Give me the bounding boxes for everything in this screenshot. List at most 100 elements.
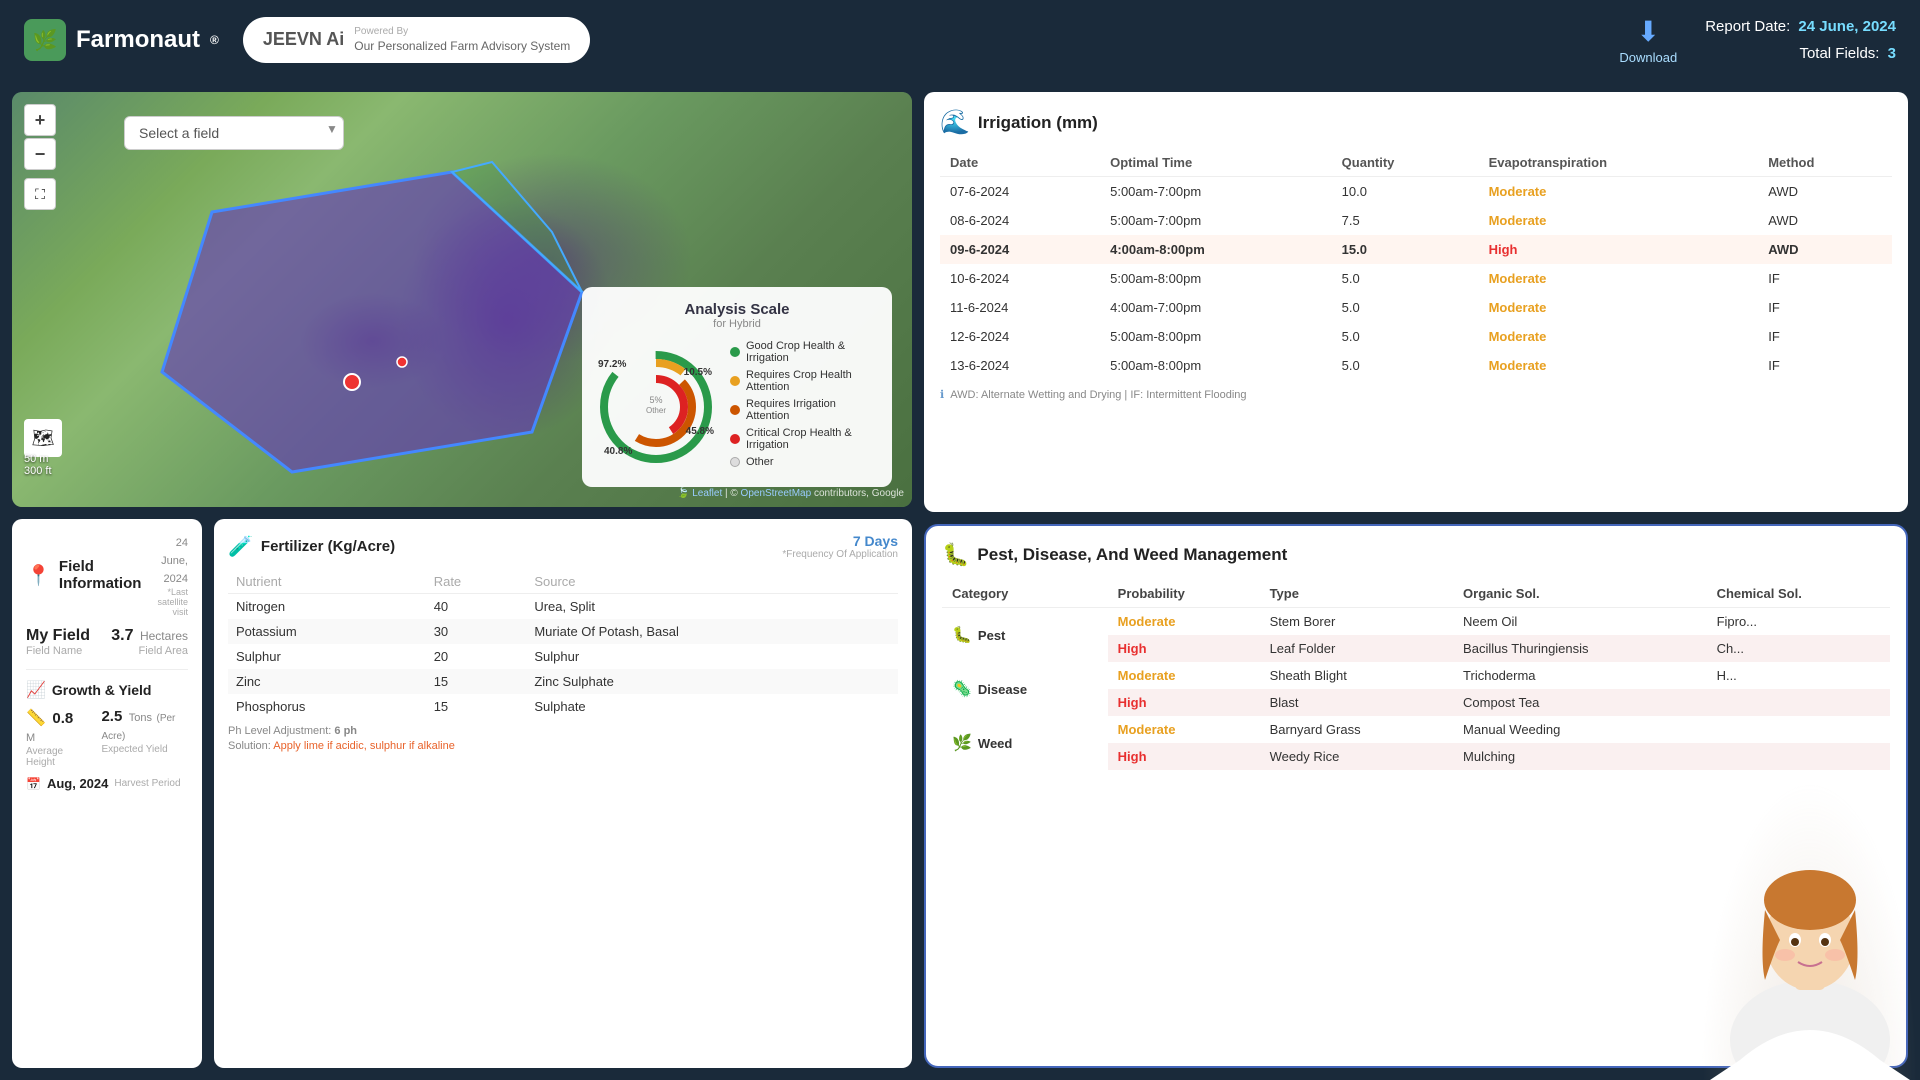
avg-height-unit: M [26,732,35,744]
advisory-text: Our Personalized Farm Advisory System [354,39,570,53]
fert-rate: 15 [426,694,527,719]
irr-col-method: Method [1758,149,1892,177]
fert-col-source: Source [526,570,898,594]
pest-chemical [1707,689,1890,716]
fertilizer-icon: 🧪 [228,534,253,559]
category-name: Disease [978,682,1027,697]
legend-dot-crop-health [730,376,740,386]
fert-table-row: Phosphorus 15 Sulphate [228,694,898,719]
pest-chemical [1707,716,1890,743]
irr-evap: Moderate [1479,293,1759,322]
fert-rate: 40 [426,594,527,620]
report-date-value: 24 June, 2024 [1798,18,1896,35]
irr-method: IF [1758,322,1892,351]
field-info-header: 📍 Field Information 24 June, 2024 *Last … [26,533,188,617]
pest-header: 🐛 Pest, Disease, And Weed Management [942,542,1890,568]
total-fields-value: 3 [1888,45,1896,62]
irr-date: 09-6-2024 [940,235,1100,264]
total-fields-label: Total Fields: [1799,45,1879,62]
app-header: 🌿 Farmonaut® JEEVN Ai Powered By Our Per… [0,0,1920,80]
irr-table-row: 12-6-2024 5:00am-8:00pm 5.0 Moderate IF [940,322,1892,351]
fert-source: Sulphur [526,644,898,669]
leaflet-link[interactable]: 🍃 Leaflet [677,488,722,499]
category-name: Weed [978,736,1012,751]
pest-chemical: H... [1707,662,1890,689]
irr-col-date: Date [940,149,1100,177]
report-info: Report Date: 24 June, 2024 Total Fields:… [1705,13,1896,67]
legend-label-irrigation: Requires Irrigation Attention [746,398,878,422]
growth-header: 📈 Growth & Yield [26,680,188,700]
irr-date: 07-6-2024 [940,177,1100,207]
pest-type: Weedy Rice [1260,743,1453,770]
freq-sublabel: *Frequency Of Application [782,549,898,560]
map-attribution: 🍃 Leaflet | © OpenStreetMap contributors… [677,488,904,499]
map-column: + − ⛶ Select a field ▼ 🗺 50 m 300 ft [12,92,912,1068]
analysis-scale-popup: Analysis Scale for Hybrid [582,287,892,487]
field-info-date: 24 June, 2024 [161,537,188,585]
pest-category-cell: 🐛 Pest [942,608,1108,663]
irr-date: 08-6-2024 [940,206,1100,235]
irr-time: 5:00am-8:00pm [1100,264,1332,293]
osm-link[interactable]: OpenStreetMap [741,488,812,499]
zoom-out-button[interactable]: − [24,138,56,170]
fert-source: Muriate Of Potash, Basal [526,619,898,644]
fert-nutrient: Zinc [228,669,426,694]
pest-type: Stem Borer [1260,608,1453,636]
analysis-scale-subtitle: for Hybrid [596,318,878,330]
map-container: + − ⛶ Select a field ▼ 🗺 50 m 300 ft [12,92,912,507]
irr-col-qty: Quantity [1332,149,1479,177]
pest-col-chemical: Chemical Sol. [1707,580,1890,608]
fertilizer-title: Fertilizer (Kg/Acre) [261,538,395,555]
pest-col-type: Type [1260,580,1453,608]
irr-qty: 10.0 [1332,177,1479,207]
pest-chemical: Ch... [1707,635,1890,662]
freq-label-area: 7 Days *Frequency Of Application [782,533,898,560]
expected-yield-val: 2.5 [101,708,122,725]
irr-table-row: 09-6-2024 4:00am-8:00pm 15.0 High AWD [940,235,1892,264]
fert-nutrient: Sulphur [228,644,426,669]
growth-icon: 📈 [26,680,46,700]
legend-label-good: Good Crop Health & Irrigation [746,340,878,364]
irr-time: 5:00am-8:00pm [1100,322,1332,351]
pest-table-row: 🦠 Disease Moderate Sheath Blight Trichod… [942,662,1890,689]
logo-text: Farmonaut [76,26,200,54]
solution-link[interactable]: Apply lime if acidic, sulphur if alkalin… [273,740,455,752]
avg-height-val-row: 📏 0.8 M [26,708,85,746]
legend-item-crop-health: Requires Crop Health Attention [730,369,878,393]
scale-300ft: 300 ft [24,465,52,477]
legend-label-critical: Critical Crop Health & Irrigation [746,427,878,451]
layers-button[interactable]: 🗺 [24,419,62,457]
hectares-unit: Hectares [140,629,188,643]
pest-organic: Trichoderma [1453,662,1707,689]
logo-area: 🌿 Farmonaut® [24,19,219,61]
irr-date: 11-6-2024 [940,293,1100,322]
irr-time: 4:00am-8:00pm [1100,235,1332,264]
legend-dot-other [730,457,740,467]
download-button[interactable]: ⬇ Download [1619,15,1677,65]
irr-col-evap: Evapotranspiration [1479,149,1759,177]
fert-solution: Solution: Apply lime if acidic, sulphur … [228,740,898,752]
irr-time: 5:00am-7:00pm [1100,206,1332,235]
irr-time: 5:00am-8:00pm [1100,351,1332,380]
pest-prob: High [1108,743,1260,770]
download-label: Download [1619,50,1677,65]
fert-col-nutrient: Nutrient [228,570,426,594]
fert-table-row: Sulphur 20 Sulphur [228,644,898,669]
svg-text:Other: Other [646,406,666,415]
field-select-dropdown[interactable]: Select a field [124,116,344,150]
field-area-label: Field Area [111,645,188,657]
irrigation-title: Irrigation (mm) [978,113,1098,133]
pest-title: Pest, Disease, And Weed Management [977,545,1287,565]
irr-method: AWD [1758,235,1892,264]
fullscreen-button[interactable]: ⛶ [24,178,56,210]
jeevn-label: JEEVN Ai [263,29,344,50]
pest-management-icon: 🐛 [942,542,969,568]
pest-prob: Moderate [1108,662,1260,689]
zoom-in-button[interactable]: + [24,104,56,136]
irr-qty: 5.0 [1332,293,1479,322]
fert-source: Zinc Sulphate [526,669,898,694]
legend-item-irrigation: Requires Irrigation Attention [730,398,878,422]
irr-qty: 7.5 [1332,206,1479,235]
irr-method: AWD [1758,177,1892,207]
irr-date: 13-6-2024 [940,351,1100,380]
